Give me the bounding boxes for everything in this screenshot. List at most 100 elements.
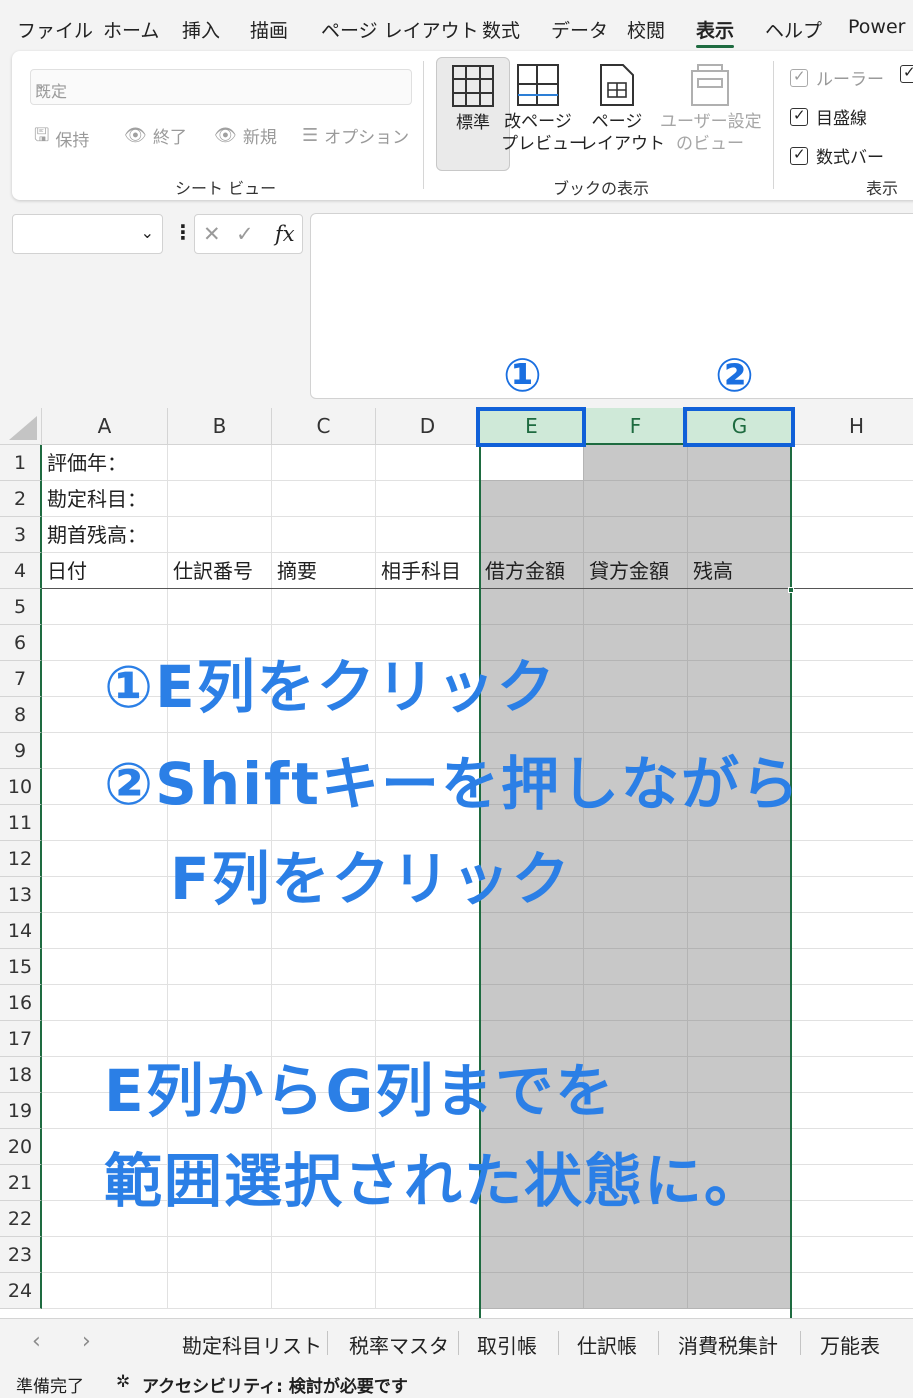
- page-layout-view-button[interactable]: ページ レイアウト: [580, 57, 665, 171]
- cell-h24[interactable]: [792, 1273, 913, 1309]
- normal-view-button[interactable]: 標準: [436, 57, 510, 171]
- sheet-tab-universal[interactable]: 万能表: [820, 1330, 880, 1359]
- tab-page-layout[interactable]: ページ レイアウト: [321, 16, 479, 43]
- row-header-8[interactable]: 8: [0, 697, 42, 733]
- cell-d3[interactable]: [376, 517, 480, 553]
- cell-d16[interactable]: [376, 985, 480, 1021]
- row-header-19[interactable]: 19: [0, 1093, 42, 1129]
- cell-a15[interactable]: [42, 949, 168, 985]
- row-header-17[interactable]: 17: [0, 1021, 42, 1057]
- cell-h2[interactable]: [792, 481, 913, 517]
- cell-c14[interactable]: [272, 913, 376, 949]
- row-header-1[interactable]: 1: [0, 445, 42, 481]
- cell-h1[interactable]: [792, 445, 913, 481]
- column-header-c[interactable]: C: [272, 408, 376, 445]
- cell-h12[interactable]: [792, 841, 913, 877]
- cell-b5[interactable]: [168, 589, 272, 625]
- cell-c5[interactable]: [272, 589, 376, 625]
- sheet-view-select[interactable]: 既定 ⌄: [30, 69, 412, 105]
- cell-b15[interactable]: [168, 949, 272, 985]
- scroll-right-icon[interactable]: ›: [82, 1329, 91, 1354]
- formula-input[interactable]: [310, 213, 913, 399]
- cell-d14[interactable]: [376, 913, 480, 949]
- cell-b4[interactable]: 仕訳番号: [168, 553, 272, 589]
- tab-home[interactable]: ホーム: [103, 16, 159, 43]
- cell-h8[interactable]: [792, 697, 913, 733]
- name-box[interactable]: ⌄: [12, 214, 163, 254]
- row-header-18[interactable]: 18: [0, 1057, 42, 1093]
- sheet-tab-tax-rate[interactable]: 税率マスタ: [349, 1330, 449, 1359]
- cell-b24[interactable]: [168, 1273, 272, 1309]
- gridlines-checkbox[interactable]: 目盛線: [790, 104, 867, 129]
- row-header-24[interactable]: 24: [0, 1273, 42, 1309]
- custom-views-button[interactable]: ユーザー設定 のビュー: [660, 57, 762, 171]
- row-header-9[interactable]: 9: [0, 733, 42, 769]
- cell-a13[interactable]: [42, 877, 168, 913]
- row-header-3[interactable]: 3: [0, 517, 42, 553]
- tab-review[interactable]: 校閲: [627, 16, 665, 43]
- cell-a14[interactable]: [42, 913, 168, 949]
- sheet-tab-account-list[interactable]: 勘定科目リスト: [182, 1330, 322, 1359]
- cell-h6[interactable]: [792, 625, 913, 661]
- cell-h19[interactable]: [792, 1093, 913, 1129]
- cell-a24[interactable]: [42, 1273, 168, 1309]
- cell-h10[interactable]: [792, 769, 913, 805]
- keep-view-button[interactable]: 🖫 保持: [34, 123, 89, 153]
- sheet-tab-transactions[interactable]: 取引帳: [477, 1330, 537, 1359]
- cell-b16[interactable]: [168, 985, 272, 1021]
- row-header-20[interactable]: 20: [0, 1129, 42, 1165]
- cell-d4[interactable]: 相手科目: [376, 553, 480, 589]
- cell-c24[interactable]: [272, 1273, 376, 1309]
- cell-h7[interactable]: [792, 661, 913, 697]
- row-header-11[interactable]: 11: [0, 805, 42, 841]
- cell-c23[interactable]: [272, 1237, 376, 1273]
- new-view-button[interactable]: 👁 新規: [214, 123, 277, 148]
- insert-function-icon[interactable]: fx: [275, 222, 295, 246]
- column-header-d[interactable]: D: [376, 408, 480, 445]
- cell-h3[interactable]: [792, 517, 913, 553]
- cell-c2[interactable]: [272, 481, 376, 517]
- select-all-corner[interactable]: [0, 408, 42, 445]
- tab-draw[interactable]: 描画: [250, 16, 288, 43]
- sheet-tab-journal[interactable]: 仕訳帳: [577, 1330, 637, 1359]
- cell-h16[interactable]: [792, 985, 913, 1021]
- cell-c16[interactable]: [272, 985, 376, 1021]
- cell-h13[interactable]: [792, 877, 913, 913]
- cell-b1[interactable]: [168, 445, 272, 481]
- accessibility-status[interactable]: アクセシビリティ: 検討が必要です: [142, 1372, 408, 1397]
- cell-a3[interactable]: 期首残高：: [42, 517, 168, 553]
- check-icon[interactable]: ✓: [236, 222, 254, 246]
- row-header-12[interactable]: 12: [0, 841, 42, 877]
- cell-h4[interactable]: [792, 553, 913, 589]
- exit-view-button[interactable]: 👁 終了: [124, 123, 187, 148]
- cell-d1[interactable]: [376, 445, 480, 481]
- more-options-icon[interactable]: ⋮: [173, 220, 193, 244]
- cell-a2[interactable]: 勘定科目：: [42, 481, 168, 517]
- tab-file[interactable]: ファイル: [17, 16, 93, 43]
- row-header-15[interactable]: 15: [0, 949, 42, 985]
- cell-h14[interactable]: [792, 913, 913, 949]
- cell-a4[interactable]: 日付: [42, 553, 168, 589]
- cell-c3[interactable]: [272, 517, 376, 553]
- cell-d15[interactable]: [376, 949, 480, 985]
- fill-handle[interactable]: [788, 587, 794, 593]
- headings-checkbox[interactable]: [900, 63, 913, 83]
- cell-d2[interactable]: [376, 481, 480, 517]
- cell-b2[interactable]: [168, 481, 272, 517]
- cell-h11[interactable]: [792, 805, 913, 841]
- cell-d17[interactable]: [376, 1021, 480, 1057]
- row-header-10[interactable]: 10: [0, 769, 42, 805]
- cell-a12[interactable]: [42, 841, 168, 877]
- cell-c15[interactable]: [272, 949, 376, 985]
- cell-h17[interactable]: [792, 1021, 913, 1057]
- cell-c4[interactable]: 摘要: [272, 553, 376, 589]
- cell-h22[interactable]: [792, 1201, 913, 1237]
- cell-a1[interactable]: 評価年：: [42, 445, 168, 481]
- tab-view[interactable]: 表示: [696, 16, 735, 48]
- cell-d5[interactable]: [376, 589, 480, 625]
- tab-help[interactable]: ヘルプ: [765, 16, 822, 43]
- ruler-checkbox[interactable]: ルーラー: [790, 65, 884, 90]
- cell-b17[interactable]: [168, 1021, 272, 1057]
- row-header-23[interactable]: 23: [0, 1237, 42, 1273]
- column-header-b[interactable]: B: [168, 408, 272, 445]
